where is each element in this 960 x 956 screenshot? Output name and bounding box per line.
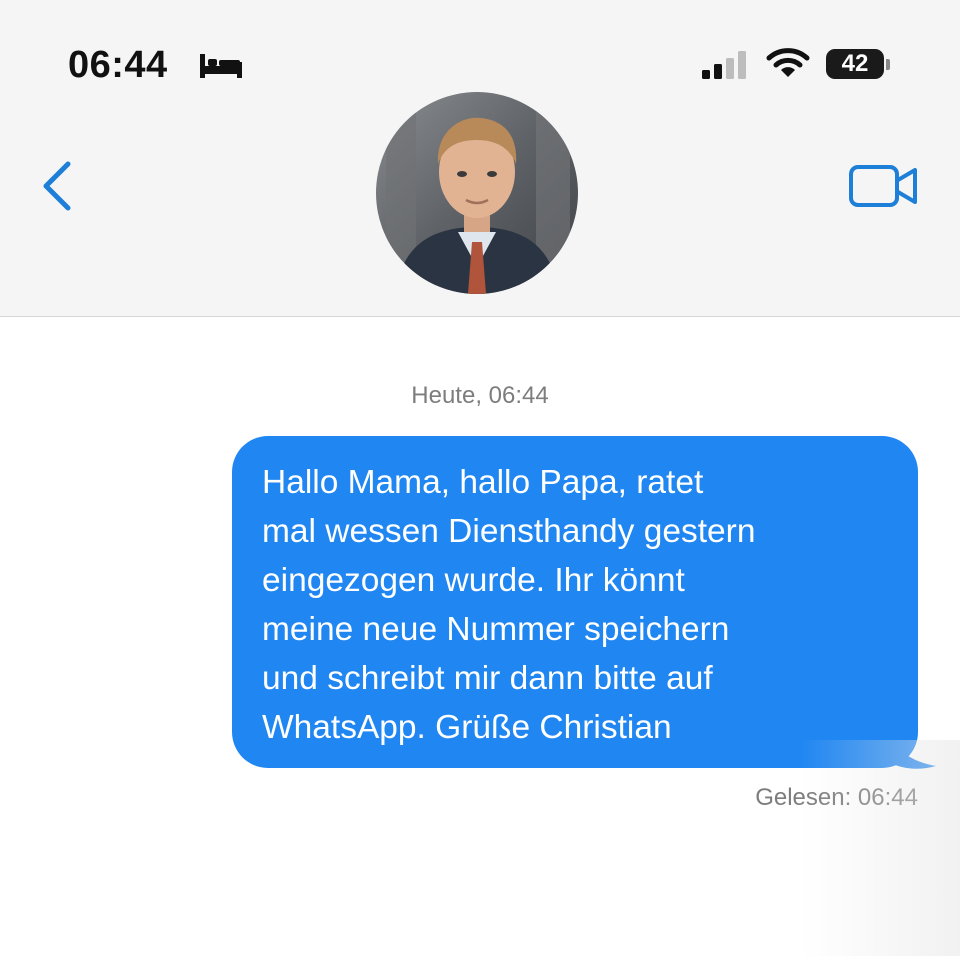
battery-indicator: 42 — [826, 49, 890, 81]
chevron-left-icon[interactable] — [36, 156, 80, 216]
wifi-icon — [766, 48, 810, 77]
status-time: 06:44 — [68, 44, 168, 86]
video-camera-icon[interactable] — [848, 162, 920, 210]
messages-screen: 06:44 42 Heute, 06:44 Hallo Mama, hallo … — [0, 0, 960, 956]
photo-glare — [800, 740, 960, 956]
bed-icon — [200, 54, 242, 78]
contact-avatar[interactable] — [376, 92, 578, 294]
battery-level: 42 — [841, 50, 869, 77]
outgoing-message-bubble[interactable]: Hallo Mama, hallo Papa, ratet mal wessen… — [232, 436, 918, 768]
conversation-header: 06:44 42 — [0, 0, 960, 317]
message-text: Hallo Mama, hallo Papa, ratet mal wessen… — [262, 464, 756, 746]
conversation-date-label: Heute, 06:44 — [411, 382, 549, 409]
battery-cap — [886, 59, 890, 70]
cellular-signal-icon — [702, 51, 746, 79]
